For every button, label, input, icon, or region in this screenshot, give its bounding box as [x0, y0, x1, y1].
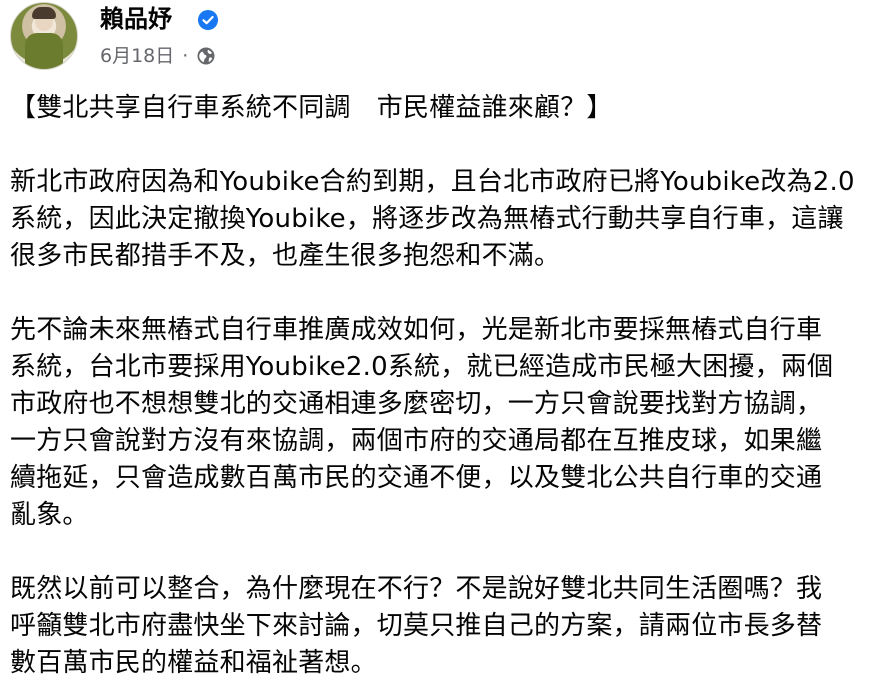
avatar-figure-hair	[32, 7, 56, 19]
meta-separator: ·	[182, 45, 189, 67]
paragraph-line: 很多市民都措手不及，也產生很多抱怨和不滿。	[10, 241, 561, 271]
paragraph-line: 呼籲雙北市府盡快坐下來討論，切莫只推自己的方案，請兩位市長多替	[10, 611, 823, 641]
globe-icon[interactable]	[196, 46, 216, 66]
paragraph-line: 市政府也不想想雙北的交通相連多麼密切，一方只會說要找對方協調，	[10, 389, 823, 419]
author-name[interactable]: 賴品妤	[100, 4, 172, 34]
paragraph-line: 先不論未來無樁式自行車推廣成效如何，光是新北市要採無樁式自行車	[10, 315, 823, 345]
post-header: 賴品妤 6月18日 ·	[10, 0, 890, 80]
post-body: 【雙北共享自行車系統不同調 市民權益誰來顧？】 新北市政府因為和Youbike合…	[10, 90, 890, 690]
post-title: 【雙北共享自行車系統不同調 市民權益誰來顧？】	[10, 93, 613, 123]
verified-badge-icon	[198, 10, 218, 30]
post-meta: 6月18日 ·	[100, 42, 216, 70]
paragraph-line: 系統，台北市要採用Youbike2.0系統，就已經造成市民極大困擾，兩個	[10, 352, 834, 382]
paragraph-line: 一方只會說對方沒有來協調，兩個市府的交通局都在互推皮球，如果繼	[10, 426, 823, 456]
paragraph-line: 續拖延，只會造成數百萬市民的交通不便，以及雙北公共自行車的交通	[10, 463, 823, 493]
post-paragraph-1: 新北市政府因為和Youbike合約到期，且台北市政府已將Youbike改為2.0…	[10, 164, 890, 275]
paragraph-line: 亂象。	[10, 500, 89, 530]
paragraph-line: 系統，因此決定撤換Youbike，將逐步改為無樁式行動共享自行車，這讓	[10, 204, 844, 234]
avatar-figure-body	[25, 33, 63, 69]
post-paragraph-2: 先不論未來無樁式自行車推廣成效如何，光是新北市要採無樁式自行車 系統，台北市要採…	[10, 312, 890, 534]
paragraph-line: 數百萬市民的權益和福祉著想。	[10, 648, 377, 678]
paragraph-line: 既然以前可以整合，為什麼現在不行？不是說好雙北共同生活圈嗎？我	[10, 574, 823, 604]
post-paragraph-3: 既然以前可以整合，為什麼現在不行？不是說好雙北共同生活圈嗎？我 呼籲雙北市府盡快…	[10, 571, 890, 682]
paragraph-line: 新北市政府因為和Youbike合約到期，且台北市政府已將Youbike改為2.0	[10, 167, 855, 197]
author-avatar[interactable]	[10, 2, 78, 70]
post-date[interactable]: 6月18日	[100, 42, 174, 70]
